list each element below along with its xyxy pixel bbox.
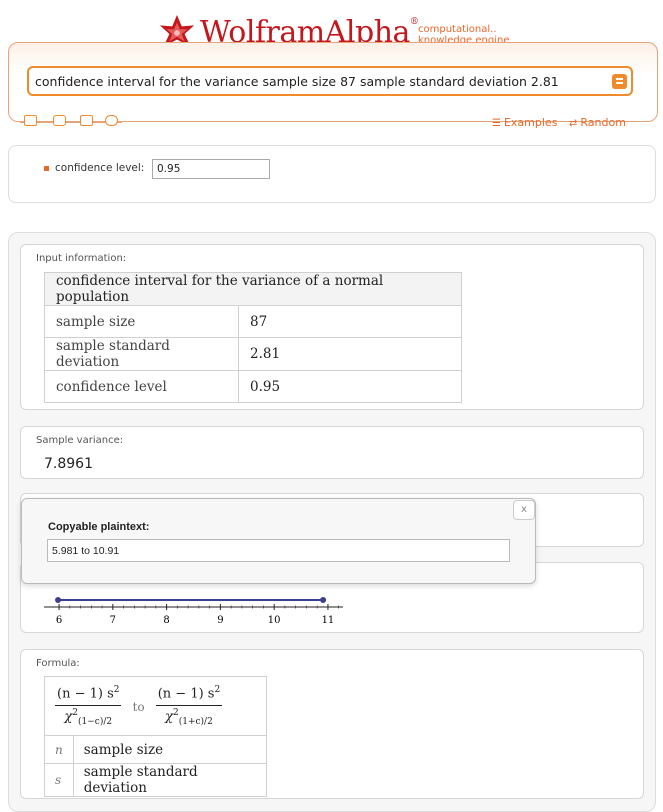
pod-title: Formula: <box>36 658 80 669</box>
axis-tick-label: 8 <box>163 615 169 626</box>
pod-formula: Formula: (n − 1) s2 χ2(1−c)/2 to (n − 1)… <box>20 649 644 799</box>
input-info-table: confidence interval for the variance of … <box>44 272 462 403</box>
shuffle-icon: ⇄ <box>569 118 578 129</box>
formula-left-fraction: (n − 1) s2 χ2(1−c)/2 <box>55 685 122 727</box>
upload-icon[interactable] <box>105 115 118 126</box>
axis-tick-label: 6 <box>56 615 62 626</box>
table-row: s sample standard deviation <box>44 763 267 797</box>
formula-connector: to <box>132 699 145 714</box>
confidence-level-input[interactable]: 0.95 <box>152 159 270 179</box>
table-row: confidence level 0.95 <box>44 370 462 403</box>
table-row: sample standard deviation 2.81 <box>44 337 462 371</box>
table-icon[interactable] <box>80 115 93 126</box>
random-link[interactable]: ⇄ Random <box>569 116 626 129</box>
formula-table: (n − 1) s2 χ2(1−c)/2 to (n − 1) s2 χ2(1+… <box>44 676 267 797</box>
bullet-icon <box>44 166 49 171</box>
list-icon: ☰ <box>492 118 501 129</box>
formula-right-fraction: (n − 1) s2 χ2(1+c)/2 <box>155 685 223 727</box>
keyboard-icon[interactable] <box>24 115 37 126</box>
pod-title: Sample variance: <box>36 435 124 446</box>
pod-sample-variance: Sample variance: 7.8961 <box>20 426 644 479</box>
camera-icon[interactable] <box>53 115 66 126</box>
axis-tick-label: 11 <box>322 615 335 626</box>
search-query-text[interactable]: confidence interval for the variance sam… <box>35 74 559 89</box>
axis-tick-label: 10 <box>268 615 281 626</box>
interval-upper-point <box>320 597 327 603</box>
confidence-level-label: confidence level: <box>55 162 145 174</box>
sample-variance-value: 7.8961 <box>44 456 93 472</box>
search-go-button[interactable] <box>612 74 627 89</box>
table-row: sample size 87 <box>44 305 462 338</box>
interval-lower-point <box>55 597 62 603</box>
pod-input-information: Input information: confidence interval f… <box>20 244 644 410</box>
input-info-header: confidence interval for the variance of … <box>44 272 462 306</box>
examples-link[interactable]: ☰ Examples <box>492 116 557 129</box>
close-icon[interactable]: x <box>513 500 535 520</box>
assumptions-panel <box>8 145 656 203</box>
pod-title: Input information: <box>36 253 127 264</box>
plaintext-field[interactable]: 5.981 to 10.91 <box>47 539 510 562</box>
popup-title: Copyable plaintext: <box>48 521 150 533</box>
axis-tick-label: 7 <box>110 615 116 626</box>
formula-expression: (n − 1) s2 χ2(1−c)/2 to (n − 1) s2 χ2(1+… <box>44 676 267 736</box>
axis-tick-label: 9 <box>217 615 223 626</box>
table-row: n sample size <box>44 735 267 764</box>
